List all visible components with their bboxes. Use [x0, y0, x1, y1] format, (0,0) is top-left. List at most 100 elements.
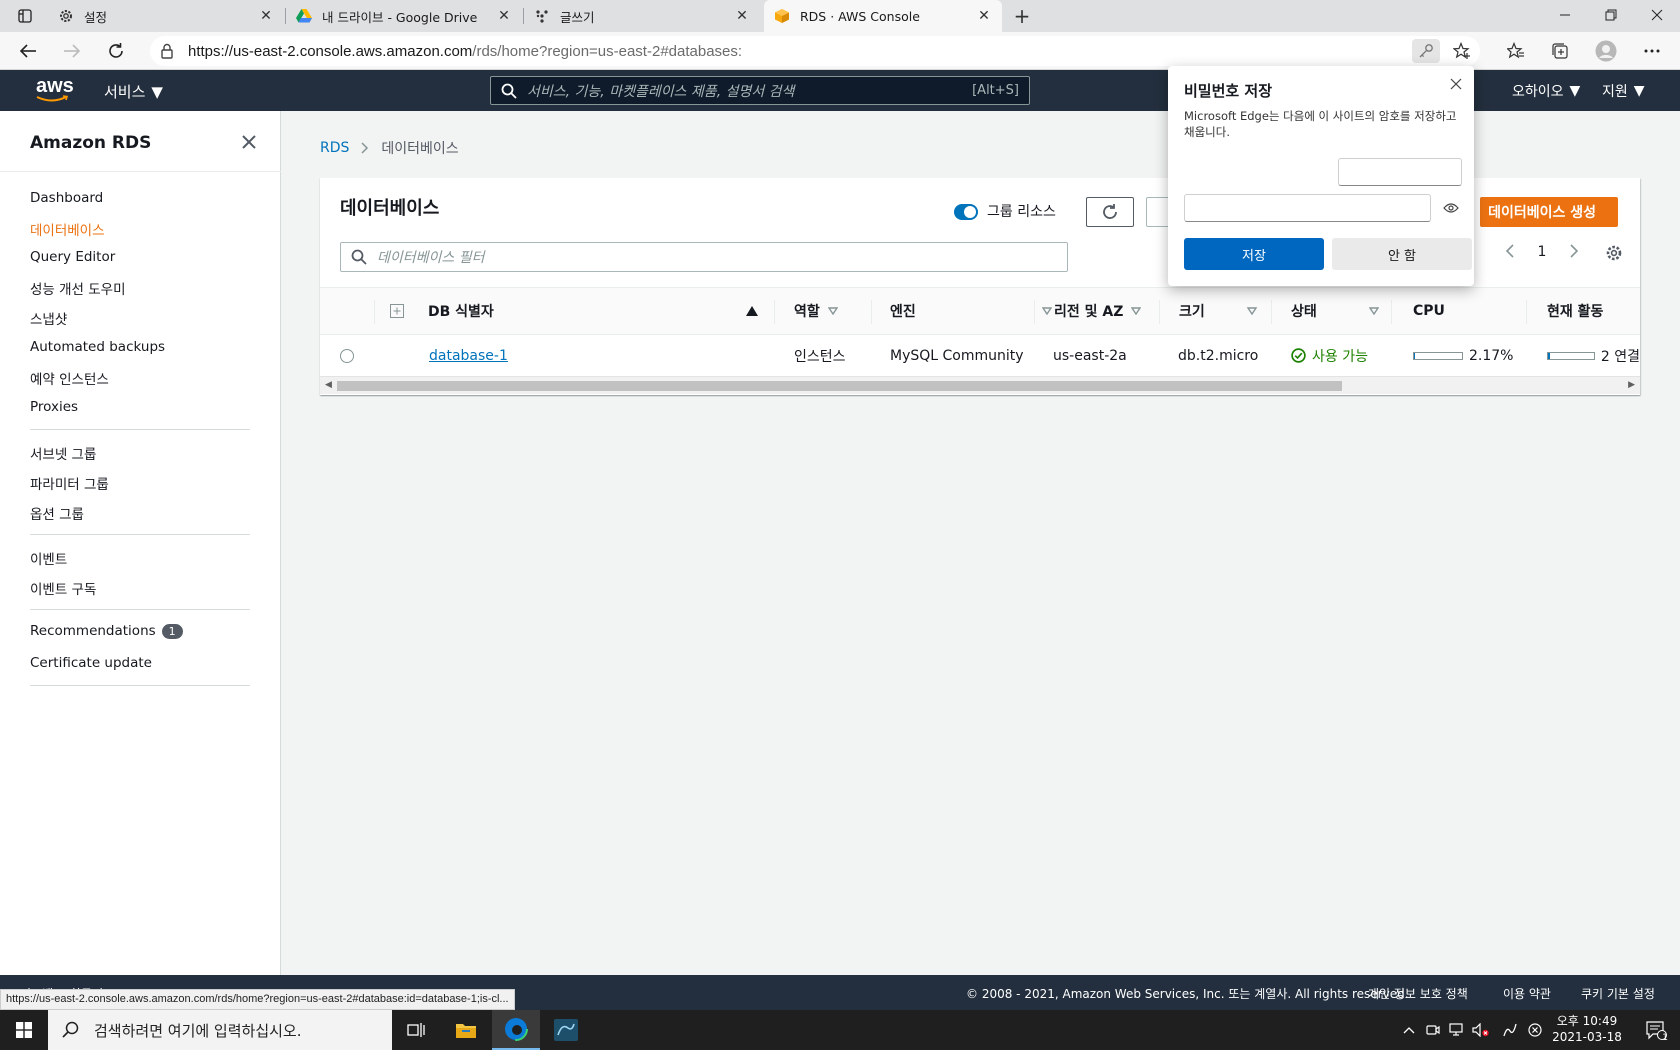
database-link[interactable]: database-1	[429, 348, 508, 364]
privacy-policy-link[interactable]: 개인 정보 보호 정책	[1368, 985, 1468, 1002]
volume-muted-icon[interactable]	[1470, 1010, 1492, 1050]
database-filter-input[interactable]: 데이터베이스 필터	[340, 242, 1068, 272]
pen-ink-icon[interactable]	[1498, 1010, 1522, 1050]
close-icon[interactable]: ✕	[976, 8, 992, 24]
sidebar-item-dashboard[interactable]: Dashboard	[30, 190, 103, 206]
previous-page-button[interactable]	[1500, 244, 1520, 258]
sidebar-item-automated-backups[interactable]: Automated backups	[30, 339, 165, 355]
next-page-button[interactable]	[1564, 244, 1584, 258]
column-db-identifier[interactable]: DB 식별자	[428, 288, 768, 334]
aws-logo-text: aws	[36, 75, 74, 97]
never-save-button[interactable]: 안 함	[1332, 238, 1472, 270]
lock-icon[interactable]	[160, 43, 176, 59]
close-sidebar-icon[interactable]	[240, 133, 260, 153]
sidebar-item-option-groups[interactable]: 옵션 그룹	[30, 503, 84, 523]
windows-start-button[interactable]	[0, 1010, 48, 1050]
expand-all-icon[interactable]	[390, 288, 410, 334]
scroll-right-icon[interactable]: ▶	[1628, 380, 1635, 390]
sidebar-item-certificate-update[interactable]: Certificate update	[30, 655, 152, 671]
tab-google-drive[interactable]: 내 드라이브 - Google Drive ✕	[286, 0, 522, 32]
create-database-button[interactable]: 데이터베이스 생성	[1480, 197, 1618, 227]
sidebar-item-reserved-instances[interactable]: 예약 인스턴스	[30, 368, 109, 388]
mysql-workbench-icon[interactable]	[542, 1010, 590, 1050]
tab-title: RDS · AWS Console	[800, 8, 920, 24]
file-explorer-icon[interactable]	[442, 1010, 490, 1050]
windows-logo-icon	[16, 1022, 32, 1038]
show-password-eye-icon[interactable]	[1440, 198, 1462, 218]
taskbar-search-input[interactable]: 검색하려면 여기에 입력하십시오.	[48, 1010, 392, 1050]
sidebar-item-snapshots[interactable]: 스냅샷	[30, 308, 67, 328]
disconnected-icon[interactable]	[1524, 1010, 1546, 1050]
close-icon[interactable]: ✕	[734, 8, 750, 24]
tab-write[interactable]: 글쓰기 ✕	[524, 0, 760, 32]
row-select-radio[interactable]	[340, 335, 354, 376]
terms-link[interactable]: 이용 약관	[1503, 985, 1551, 1002]
collections-icon[interactable]	[1546, 37, 1574, 65]
forward-button[interactable]	[58, 37, 86, 65]
aws-search-input[interactable]: 서비스, 기능, 마켓플레이스 제품, 설명서 검색 [Alt+S]	[490, 76, 1030, 105]
back-button[interactable]	[14, 37, 42, 65]
sidebar-item-query-editor[interactable]: Query Editor	[30, 249, 115, 265]
password-field[interactable]	[1184, 194, 1431, 222]
role-cell: 인스턴스	[794, 348, 846, 365]
favorites-icon[interactable]	[1502, 37, 1530, 65]
cpu-value: 2.17%	[1469, 347, 1514, 364]
minimize-button[interactable]	[1542, 0, 1588, 30]
sidebar-item-event-subscriptions[interactable]: 이벤트 구독	[30, 578, 96, 598]
column-size[interactable]: 크기	[1179, 288, 1269, 334]
page-number[interactable]: 1	[1532, 244, 1552, 260]
sidebar-item-parameter-groups[interactable]: 파라미터 그룹	[30, 473, 109, 493]
breadcrumb-rds-link[interactable]: RDS	[320, 140, 349, 156]
services-menu[interactable]: 서비스 ▼	[104, 81, 163, 102]
support-menu[interactable]: 지원 ▼	[1602, 81, 1645, 101]
more-menu-icon[interactable]	[1638, 37, 1666, 65]
column-region-az[interactable]: 리전 및 AZ	[1054, 288, 1164, 334]
reload-button[interactable]	[102, 37, 130, 65]
new-tab-button[interactable]: +	[1010, 4, 1034, 28]
key-icon[interactable]	[1412, 39, 1440, 63]
column-cpu[interactable]: CPU	[1413, 288, 1513, 334]
taskbar-clock[interactable]: 오후 10:49 2021-03-18	[1548, 1013, 1626, 1045]
sidebar-item-events[interactable]: 이벤트	[30, 548, 67, 568]
username-field[interactable]	[1338, 158, 1462, 186]
column-status[interactable]: 상태	[1291, 288, 1387, 334]
table-row[interactable]: database-1 인스턴스 MySQL Community us-east-…	[320, 335, 1640, 376]
column-label: CPU	[1413, 303, 1445, 319]
sidebar-item-recommendations[interactable]: Recommendations 1	[30, 623, 183, 639]
aws-cube-icon	[774, 8, 790, 24]
close-icon[interactable]: ✕	[258, 8, 274, 24]
preferences-gear-icon[interactable]	[1602, 244, 1626, 262]
save-password-button[interactable]: 저장	[1184, 238, 1324, 270]
cookie-preferences-link[interactable]: 쿠키 기본 설정	[1581, 985, 1655, 1002]
sidebar-item-databases[interactable]: 데이터베이스	[30, 219, 105, 239]
edge-browser-icon[interactable]	[492, 1010, 540, 1050]
url-field[interactable]: https://us-east-2.console.aws.amazon.com…	[150, 36, 1480, 66]
close-icon[interactable]	[1444, 72, 1468, 96]
region-menu[interactable]: 오하이오 ▼	[1512, 81, 1580, 101]
horizontal-scrollbar[interactable]: ◀ ▶	[320, 376, 1640, 394]
sidebar-item-subnet-groups[interactable]: 서브넷 그룹	[30, 443, 96, 463]
column-current-activity[interactable]: 현재 활동	[1547, 288, 1639, 334]
meet-now-icon[interactable]	[1422, 1010, 1444, 1050]
group-resources-toggle[interactable]	[954, 204, 978, 220]
close-window-button[interactable]	[1634, 0, 1680, 30]
restore-button[interactable]	[1588, 0, 1634, 30]
task-view-icon[interactable]	[392, 1010, 440, 1050]
tab-settings[interactable]: 설정 ✕	[48, 0, 284, 32]
column-separator	[1271, 300, 1272, 324]
add-favorite-icon[interactable]	[1448, 39, 1476, 63]
network-icon[interactable]	[1446, 1010, 1468, 1050]
chevron-up-icon[interactable]	[1398, 1010, 1420, 1050]
close-icon[interactable]: ✕	[496, 8, 512, 24]
sidebar-item-performance-insights[interactable]: 성능 개선 도우미	[30, 278, 126, 298]
notification-center-icon[interactable]: 1	[1636, 1010, 1676, 1050]
scroll-left-icon[interactable]: ◀	[325, 380, 332, 390]
refresh-button[interactable]	[1086, 197, 1134, 227]
aws-logo[interactable]: aws	[36, 75, 74, 103]
profile-avatar-icon[interactable]	[1592, 37, 1620, 65]
scrollbar-thumb[interactable]	[337, 381, 1342, 391]
sidebar-item-proxies[interactable]: Proxies	[30, 399, 78, 415]
tab-rds-console[interactable]: RDS · AWS Console ✕	[764, 0, 1002, 32]
search-icon	[501, 83, 517, 99]
tab-actions-button[interactable]	[8, 0, 46, 32]
